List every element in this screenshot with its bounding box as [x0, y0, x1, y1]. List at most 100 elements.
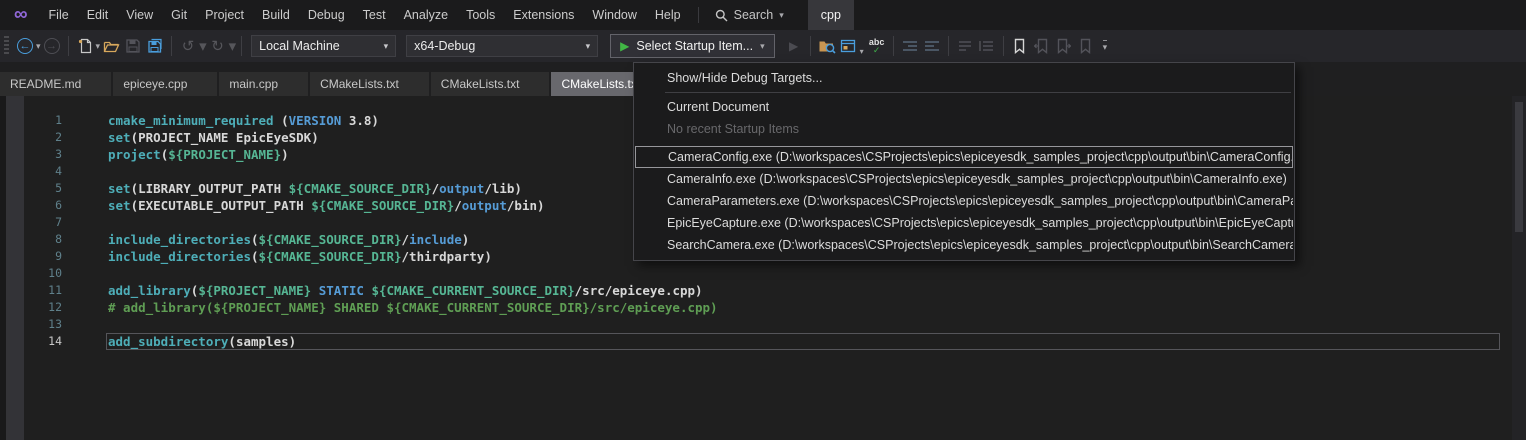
toolbar-separator — [948, 36, 949, 56]
token-var: ${PROJECT_NAME} — [168, 147, 281, 162]
token-kw: VERSION — [289, 113, 342, 128]
line-number: 9 — [0, 248, 62, 265]
select-startup-item-button[interactable]: ▶ Select Startup Item... ▾ — [610, 34, 774, 58]
startup-target-item[interactable]: CameraConfig.exe (D:\workspaces\CSProjec… — [635, 146, 1293, 168]
code-line[interactable]: 10 — [0, 265, 1510, 282]
startup-target-item[interactable]: EpicEyeCapture.exe (D:\workspaces\CSProj… — [635, 212, 1293, 234]
start-without-debugging-button[interactable]: ▶ — [783, 34, 805, 58]
menu-edit[interactable]: Edit — [78, 0, 118, 30]
menu-extensions[interactable]: Extensions — [504, 0, 583, 30]
new-file-button[interactable] — [74, 34, 96, 58]
menu-build[interactable]: Build — [253, 0, 299, 30]
startup-target-item[interactable]: CameraInfo.exe (D:\workspaces\CSProjects… — [635, 168, 1293, 190]
open-file-button[interactable] — [100, 34, 122, 58]
toolbar: ← ▾ → ▾ — [0, 30, 1526, 62]
configuration-dropdown[interactable]: x64-Debug ▾ — [406, 35, 598, 57]
code-text — [62, 316, 108, 333]
code-text: # add_library(${PROJECT_NAME} SHARED ${C… — [62, 299, 718, 316]
indent-increase-icon — [924, 39, 940, 53]
toolbar-grip[interactable] — [4, 36, 9, 56]
startup-item-label: Select Startup Item... — [636, 39, 753, 53]
startup-item-caret-icon: ▾ — [760, 41, 765, 52]
token-cmd: add_subdirectory — [108, 334, 228, 349]
find-in-files-button[interactable] — [816, 34, 838, 58]
tab-main-cpp[interactable]: main.cpp — [219, 72, 308, 96]
new-file-icon — [77, 38, 93, 54]
menu-item-current-document[interactable]: Current Document — [635, 96, 1293, 118]
token-txt: /lib) — [484, 181, 522, 196]
token-var: ${CMAKE_SOURCE_DIR} — [311, 198, 454, 213]
solution-explorer-button[interactable] — [838, 34, 860, 58]
startup-target-item[interactable]: SearchCamera.exe (D:\workspaces\CSProjec… — [635, 234, 1293, 256]
tab-cmakelists-txt[interactable]: CMakeLists.txt — [431, 72, 550, 96]
startup-item-menu: Show/Hide Debug Targets... Current Docume… — [633, 62, 1295, 261]
token-txt: /src/epiceye.cpp) — [575, 283, 703, 298]
menu-view[interactable]: View — [117, 0, 162, 30]
toolbar-separator — [68, 36, 69, 56]
menu-test[interactable]: Test — [354, 0, 395, 30]
spell-check-button[interactable]: abc ✓ — [866, 34, 888, 58]
code-text — [62, 265, 108, 282]
menu-item-show-hide-debug-targets-[interactable]: Show/Hide Debug Targets... — [635, 67, 1293, 89]
search-box[interactable]: Search ▾ — [707, 8, 792, 22]
previous-bookmark-icon — [1034, 38, 1049, 54]
uncomment-button[interactable] — [976, 34, 998, 58]
redo-button[interactable]: ↻ — [207, 34, 229, 58]
menubar: ∞ FileEditViewGitProjectBuildDebugTestAn… — [0, 0, 1526, 30]
token-cmt: # add_library(${PROJECT_NAME} SHARED ${C… — [108, 300, 718, 315]
indent-decrease-button[interactable] — [899, 34, 921, 58]
clear-bookmarks-button[interactable] — [1075, 34, 1097, 58]
solution-explorer-caret-icon[interactable]: ▾ — [860, 47, 864, 56]
code-line[interactable]: 11add_library(${PROJECT_NAME} STATIC ${C… — [0, 282, 1510, 299]
token-var: ${CMAKE_CURRENT_SOURCE_DIR} — [371, 283, 574, 298]
token-txt: / — [454, 198, 462, 213]
vertical-scrollbar[interactable] — [1512, 96, 1526, 440]
menu-file[interactable]: File — [40, 0, 78, 30]
menu-window[interactable]: Window — [583, 0, 645, 30]
visual-studio-logo-icon: ∞ — [14, 0, 28, 30]
line-number: 6 — [0, 197, 62, 214]
token-var: ${CMAKE_SOURCE_DIR} — [259, 249, 402, 264]
navigate-forward-button[interactable]: → — [41, 34, 63, 58]
menu-git[interactable]: Git — [162, 0, 196, 30]
toggle-bookmark-button[interactable] — [1009, 34, 1031, 58]
target-machine-dropdown[interactable]: Local Machine ▾ — [251, 35, 396, 57]
comment-button[interactable] — [954, 34, 976, 58]
token-var: ${CMAKE_SOURCE_DIR} — [259, 232, 402, 247]
next-bookmark-icon — [1056, 38, 1071, 54]
next-bookmark-button[interactable] — [1053, 34, 1075, 58]
indent-increase-button[interactable] — [921, 34, 943, 58]
startup-target-item[interactable]: CameraParameters.exe (D:\workspaces\CSPr… — [635, 190, 1293, 212]
toolbar-separator — [810, 36, 811, 56]
undo-caret-icon[interactable]: ▾ — [199, 37, 207, 55]
menubar-divider — [698, 7, 699, 23]
visual-studio-window: ∞ FileEditViewGitProjectBuildDebugTestAn… — [0, 0, 1526, 440]
menu-debug[interactable]: Debug — [299, 0, 354, 30]
save-button[interactable] — [122, 34, 144, 58]
token-cmd: add_library — [108, 283, 191, 298]
code-line[interactable]: 13 — [0, 316, 1510, 333]
scrollbar-thumb[interactable] — [1515, 102, 1523, 232]
menu-project[interactable]: Project — [196, 0, 253, 30]
token-cmd: set — [108, 181, 131, 196]
token-txt: / — [402, 232, 410, 247]
menu-help[interactable]: Help — [646, 0, 690, 30]
tab-epiceye-cpp[interactable]: epiceye.cpp — [113, 72, 217, 96]
tab-readme-md[interactable]: README.md — [0, 72, 111, 96]
navigate-back-button[interactable]: ← — [14, 34, 36, 58]
code-line[interactable]: 14add_subdirectory(samples) — [0, 333, 1510, 350]
menu-analyze[interactable]: Analyze — [395, 0, 457, 30]
undo-button[interactable]: ↺ — [177, 34, 199, 58]
previous-bookmark-button[interactable] — [1031, 34, 1053, 58]
token-txt: (LIBRARY_OUTPUT_PATH — [131, 181, 289, 196]
redo-caret-icon[interactable]: ▾ — [229, 37, 237, 55]
code-line[interactable]: 12# add_library(${PROJECT_NAME} SHARED $… — [0, 299, 1510, 316]
toolbar-overflow-caret-icon[interactable]: ▾ — [1103, 40, 1108, 53]
menu-tools[interactable]: Tools — [457, 0, 504, 30]
token-cmd: project — [108, 147, 161, 162]
token-cmd: include_directories — [108, 249, 251, 264]
token-txt: ( — [274, 113, 289, 128]
token-txt: (PROJECT_NAME EpicEyeSDK) — [131, 130, 319, 145]
tab-cmakelists-txt[interactable]: CMakeLists.txt — [310, 72, 429, 96]
save-all-button[interactable] — [144, 34, 166, 58]
